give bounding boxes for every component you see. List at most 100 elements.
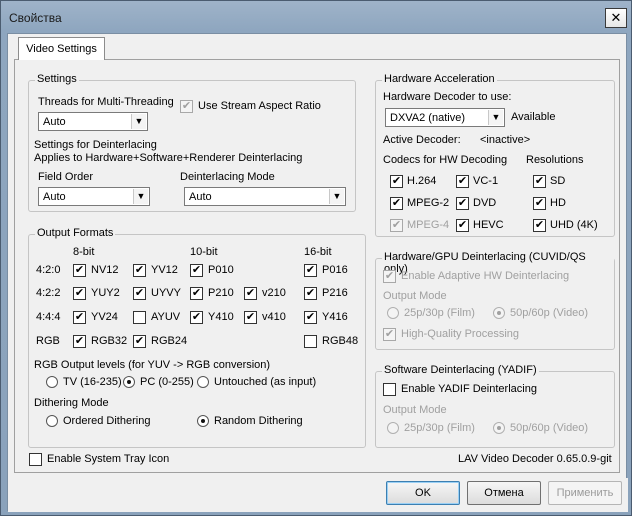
v410-checkbox[interactable]: ✔ [244, 311, 257, 324]
dither-random-radio[interactable] [197, 415, 209, 427]
levels-tv-radio[interactable] [46, 376, 58, 388]
hw-decoder-value: DXVA2 (native) [390, 112, 465, 124]
rgb48-checkbox[interactable] [304, 335, 317, 348]
dialog-client: Video Settings Settings Threads for Mult… [7, 33, 628, 512]
ok-button[interactable]: OK [386, 481, 460, 505]
version-label: LAV Video Decoder 0.65.0.9-git [458, 453, 612, 465]
sw-film-radio[interactable] [387, 422, 399, 434]
active-decoder-label: Active Decoder: [383, 134, 461, 146]
y416-checkbox[interactable]: ✔ [304, 311, 317, 324]
p016-checkbox[interactable]: ✔ [304, 264, 317, 277]
adaptive-hw-deint-checkbox[interactable]: ✔ [383, 270, 396, 283]
ayuv-label: AYUV [151, 311, 181, 323]
stream-aspect-label: Use Stream Aspect Ratio [198, 100, 321, 112]
uyvy-label: UYVY [151, 287, 181, 299]
deint-mode-label: Deinterlacing Mode [180, 171, 275, 183]
deint-applies-note: Applies to Hardware+Software+Renderer De… [34, 152, 303, 164]
sw-output-mode-label: Output Mode [383, 404, 447, 416]
threads-select[interactable]: Auto ▼ [38, 112, 148, 131]
yuy2-checkbox[interactable]: ✔ [73, 287, 86, 300]
hw-decoder-select[interactable]: DXVA2 (native) ▼ [385, 108, 505, 127]
stream-aspect-checkbox[interactable]: ✔ [180, 100, 193, 113]
deint-mode-select[interactable]: Auto ▼ [184, 187, 346, 206]
adaptive-hw-deint-label: Enable Adaptive HW Deinterlacing [401, 270, 570, 282]
rgb24-checkbox[interactable]: ✔ [133, 335, 146, 348]
yadif-checkbox[interactable] [383, 383, 396, 396]
p010-label: P010 [208, 264, 234, 276]
levels-untouched-radio[interactable] [197, 376, 209, 388]
sw-deint-group: Software Deinterlacing (YADIF) Enable YA… [375, 364, 615, 448]
settings-group-title: Settings [35, 73, 79, 85]
h264-checkbox[interactable]: ✔ [390, 175, 403, 188]
yv12-label: YV12 [151, 264, 178, 276]
close-button[interactable]: ✕ [605, 8, 627, 28]
uhd-label: UHD (4K) [550, 219, 598, 231]
hw-deint-group: Hardware/GPU Deinterlacing (CUVID/QS onl… [375, 251, 615, 350]
threads-select-value: Auto [43, 116, 66, 128]
v210-label: v210 [262, 287, 286, 299]
rgb32-label: RGB32 [91, 335, 128, 347]
hw-video-radio[interactable] [493, 307, 505, 319]
mpeg2-checkbox[interactable]: ✔ [390, 197, 403, 210]
p010-checkbox[interactable]: ✔ [190, 264, 203, 277]
hw-decoder-label: Hardware Decoder to use: [383, 91, 512, 103]
hw-film-label: 25p/30p (Film) [404, 307, 475, 319]
sd-checkbox[interactable]: ✔ [533, 175, 546, 188]
cancel-button[interactable]: Отмена [467, 481, 541, 505]
levels-untouched-label: Untouched (as input) [214, 376, 317, 388]
mpeg2-label: MPEG-2 [407, 197, 450, 209]
hd-checkbox[interactable]: ✔ [533, 197, 546, 210]
ayuv-checkbox[interactable] [133, 311, 146, 324]
levels-tv-label: TV (16-235) [63, 376, 122, 388]
row-rgb-label: RGB [36, 335, 60, 347]
p216-checkbox[interactable]: ✔ [304, 287, 317, 300]
yv24-checkbox[interactable]: ✔ [73, 311, 86, 324]
dither-ordered-radio[interactable] [46, 415, 58, 427]
hq-processing-label: High-Quality Processing [401, 328, 519, 340]
hw-film-radio[interactable] [387, 307, 399, 319]
rgb48-label: RGB48 [322, 335, 359, 347]
p210-checkbox[interactable]: ✔ [190, 287, 203, 300]
sw-video-radio[interactable] [493, 422, 505, 434]
yadif-label: Enable YADIF Deinterlacing [401, 383, 537, 395]
vc1-checkbox[interactable]: ✔ [456, 175, 469, 188]
hw-output-mode-label: Output Mode [383, 290, 447, 302]
sw-film-label: 25p/30p (Film) [404, 422, 475, 434]
yv12-checkbox[interactable]: ✔ [133, 264, 146, 277]
levels-pc-radio[interactable] [123, 376, 135, 388]
dvd-checkbox[interactable]: ✔ [456, 197, 469, 210]
row-444-label: 4:4:4 [36, 311, 61, 323]
hq-processing-checkbox[interactable]: ✔ [383, 328, 396, 341]
hw-accel-title: Hardware Acceleration [382, 73, 497, 85]
col-10bit: 10-bit [190, 246, 218, 258]
v410-label: v410 [262, 311, 286, 323]
uyvy-checkbox[interactable]: ✔ [133, 287, 146, 300]
mpeg4-label: MPEG-4 [407, 219, 450, 231]
col-16bit: 16-bit [304, 246, 332, 258]
sw-deint-title: Software Deinterlacing (YADIF) [382, 364, 539, 376]
nv12-checkbox[interactable]: ✔ [73, 264, 86, 277]
properties-window: Свойства ✕ Video Settings Settings Threa… [0, 0, 632, 516]
y410-label: Y410 [208, 311, 234, 323]
tab-video-settings[interactable]: Video Settings [18, 37, 105, 60]
field-order-select[interactable]: Auto ▼ [38, 187, 150, 206]
v210-checkbox[interactable]: ✔ [244, 287, 257, 300]
y410-checkbox[interactable]: ✔ [190, 311, 203, 324]
tray-icon-checkbox[interactable] [29, 453, 42, 466]
h264-label: H.264 [407, 175, 437, 187]
rgb32-checkbox[interactable]: ✔ [73, 335, 86, 348]
hw-available-status: Available [511, 111, 556, 123]
hd-label: HD [550, 197, 566, 209]
p216-label: P216 [322, 287, 348, 299]
codecs-label: Codecs for HW Decoding [383, 154, 508, 166]
uhd-checkbox[interactable]: ✔ [533, 219, 546, 232]
apply-button[interactable]: Применить [548, 481, 622, 505]
hevc-label: HEVC [473, 219, 504, 231]
y416-label: Y416 [322, 311, 348, 323]
window-title: Свойства [9, 11, 62, 25]
hevc-checkbox[interactable]: ✔ [456, 219, 469, 232]
title-bar[interactable]: Свойства ✕ [1, 1, 631, 33]
active-decoder-value: <inactive> [480, 134, 531, 146]
mpeg4-checkbox[interactable]: ✔ [390, 219, 403, 232]
tray-icon-label: Enable System Tray Icon [47, 453, 170, 465]
